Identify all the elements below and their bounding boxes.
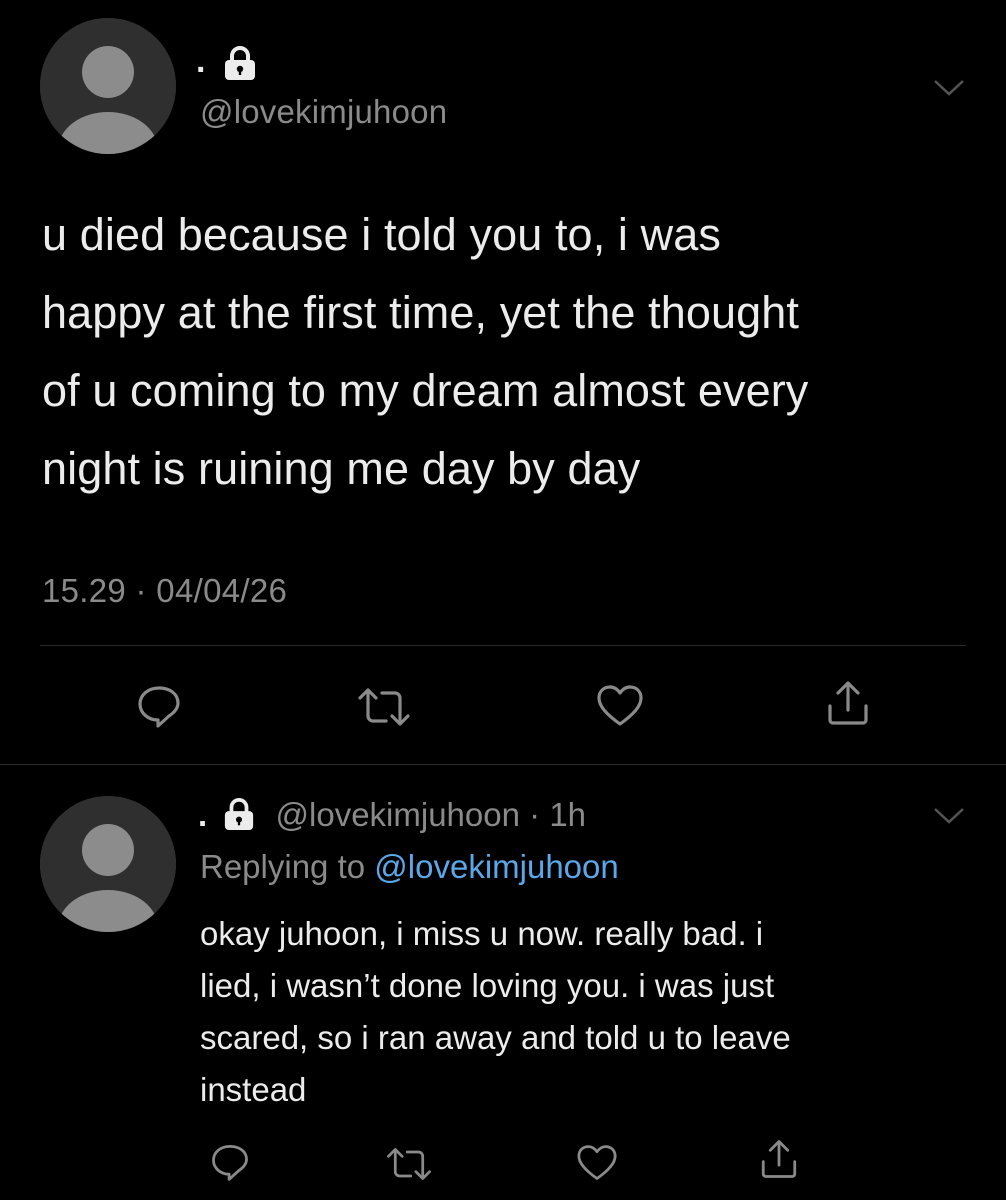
display-name[interactable]: . <box>196 44 205 78</box>
reply-header: . @lovekimjuhoon · 1h <box>198 796 586 834</box>
share-icon[interactable] <box>758 1138 800 1180</box>
tweet-text: u died because i told you to, i was happ… <box>42 196 982 508</box>
replying-to: Replying to @lovekimjuhoon <box>200 848 619 886</box>
tweet-text-line: happy at the first time, yet the thought <box>42 287 799 338</box>
reply-text-line: scared, so i ran away and told u to leav… <box>200 1019 791 1056</box>
divider <box>40 645 966 646</box>
share-icon[interactable] <box>824 680 872 726</box>
heart-icon[interactable] <box>596 684 644 728</box>
retweet-icon[interactable] <box>356 686 412 728</box>
avatar[interactable] <box>40 796 176 932</box>
tweet-separator <box>0 764 1006 765</box>
reply-icon[interactable] <box>210 1142 250 1182</box>
tweet-text-line: night is ruining me day by day <box>42 443 641 494</box>
chevron-down-icon[interactable] <box>932 78 966 98</box>
time-ago[interactable]: 1h <box>549 796 586 833</box>
display-name[interactable]: . <box>198 796 207 833</box>
reply-text-line: lied, i wasn’t done loving you. i was ju… <box>200 967 775 1004</box>
separator-dot: · <box>529 796 541 833</box>
tweet-text-line: u died because i told you to, i was <box>42 209 721 260</box>
tweet-timestamp[interactable]: 15.29 · 04/04/26 <box>42 572 287 610</box>
replying-to-label: Replying to <box>200 848 366 885</box>
reply-icon[interactable] <box>136 683 182 729</box>
tweet-text-line: of u coming to my dream almost every <box>42 365 809 416</box>
replying-to-mention[interactable]: @lovekimjuhoon <box>374 848 618 885</box>
user-handle[interactable]: @lovekimjuhoon <box>200 93 447 131</box>
reply-text: okay juhoon, i miss u now. really bad. i… <box>200 908 960 1116</box>
avatar[interactable] <box>40 18 176 154</box>
heart-icon[interactable] <box>576 1144 618 1182</box>
reply-text-line: instead <box>200 1071 307 1108</box>
reply-text-line: okay juhoon, i miss u now. really bad. i <box>200 915 764 952</box>
lock-icon <box>221 46 259 80</box>
chevron-down-icon[interactable] <box>932 806 966 826</box>
retweet-icon[interactable] <box>384 1146 434 1182</box>
user-handle[interactable]: @lovekimjuhoon <box>276 796 520 833</box>
lock-icon <box>220 798 260 830</box>
